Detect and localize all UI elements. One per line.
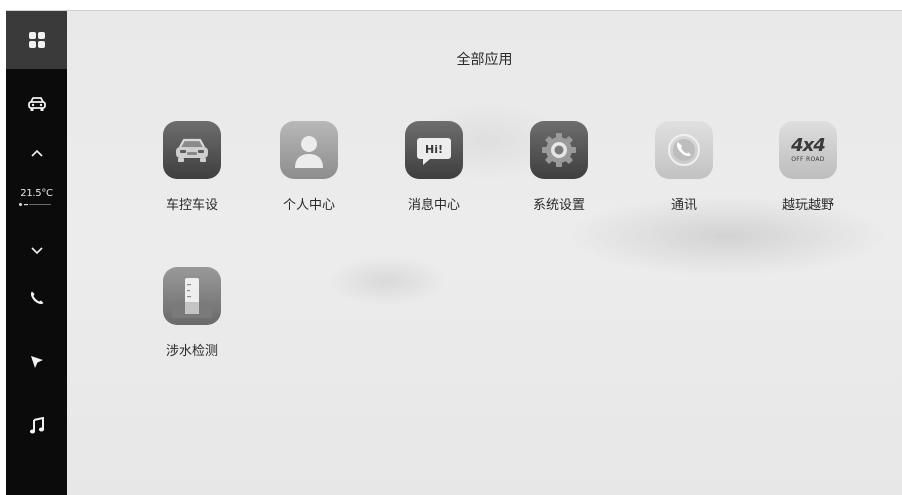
app-launcher: 全部应用 车控车设 个人中心 Hi! 消息中心 系统设置 通讯 4x4 OFF …	[67, 11, 902, 495]
app-label: 越玩越野	[781, 198, 834, 213]
screen: 21.5°C 全部应用 车控车设 个人中心 Hi! 消息中心 系统设置 通讯 4…	[6, 10, 902, 495]
app-label: 通讯	[670, 198, 697, 213]
sidebar: 21.5°C	[6, 11, 67, 495]
app-message-center[interactable]: Hi! 消息中心	[389, 121, 479, 213]
app-label: 车控车设	[165, 198, 218, 213]
phone-icon	[30, 291, 43, 305]
fan-level-icon	[19, 203, 51, 206]
temp-down-button[interactable]	[6, 239, 67, 263]
temperature-readout: 21.5°C	[20, 188, 53, 199]
app-label: 消息中心	[407, 198, 460, 213]
navigation-button[interactable]	[6, 349, 67, 375]
vehicle-button[interactable]	[6, 89, 67, 119]
temp-up-button[interactable]	[6, 141, 67, 165]
person-icon	[280, 121, 338, 179]
app-personal-center[interactable]: 个人中心	[264, 121, 354, 213]
app-offroad[interactable]: 4x4 OFF ROAD 越玩越野	[763, 121, 853, 213]
offroad-4x4-icon: 4x4 OFF ROAD	[779, 121, 837, 179]
water-gauge-icon	[163, 267, 221, 325]
phone-button[interactable]	[6, 285, 67, 311]
apps-grid-icon	[28, 32, 45, 48]
page-title: 全部应用	[456, 52, 513, 68]
apps-grid-button[interactable]	[6, 11, 67, 69]
navigation-arrow-icon	[30, 356, 43, 368]
chevron-up-icon	[30, 149, 43, 157]
app-vehicle-control[interactable]: 车控车设	[147, 121, 237, 213]
car-front-icon	[163, 121, 221, 179]
offroad-subtext: OFF ROAD	[791, 156, 825, 163]
chevron-down-icon	[30, 247, 43, 255]
svg-text:Hi!: Hi!	[425, 143, 443, 156]
music-button[interactable]	[6, 413, 67, 439]
app-communication[interactable]: 通讯	[639, 121, 729, 213]
car-icon	[27, 97, 46, 111]
message-hi-icon: Hi!	[405, 121, 463, 179]
gear-icon	[530, 121, 588, 179]
phone-handset-icon	[655, 121, 713, 179]
app-system-settings[interactable]: 系统设置	[514, 121, 604, 213]
app-label: 涉水检测	[165, 344, 218, 359]
app-label: 系统设置	[532, 198, 585, 213]
music-note-icon	[29, 417, 44, 434]
app-label: 个人中心	[282, 198, 335, 213]
app-wading-detection[interactable]: 涉水检测	[147, 267, 237, 359]
offroad-4x4-text: 4x4	[791, 135, 826, 156]
